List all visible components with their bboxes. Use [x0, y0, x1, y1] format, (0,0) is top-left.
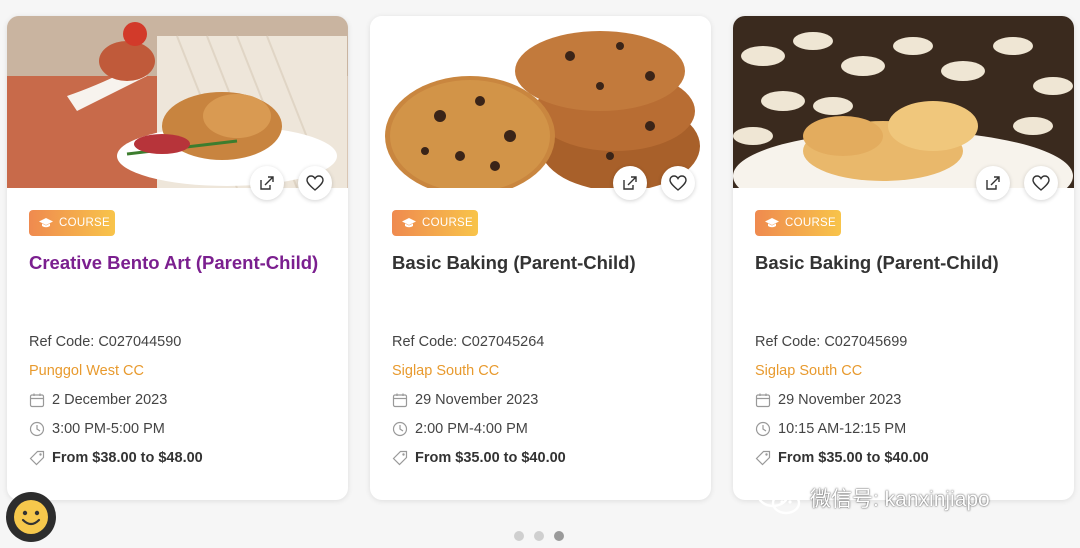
- chat-assistant-button[interactable]: [6, 492, 56, 542]
- venue-name: Punggol West CC: [29, 363, 144, 379]
- date-text: 29 November 2023: [415, 392, 539, 408]
- graduation-cap-icon: [39, 218, 53, 228]
- favourite-button[interactable]: [1024, 166, 1058, 200]
- ref-code: Ref Code: C027044590: [29, 334, 182, 350]
- share-button[interactable]: [250, 166, 284, 200]
- watermark-text: 微信号: kanxinjiapo: [810, 488, 990, 511]
- date-text: 2 December 2023: [52, 392, 168, 408]
- course-date: 2 December 2023: [29, 392, 167, 408]
- course-badge: COURSE: [29, 210, 115, 236]
- course-time: 3:00 PM-5:00 PM: [29, 421, 165, 437]
- calendar-icon: [392, 393, 408, 408]
- clock-icon: [29, 421, 45, 437]
- share-button[interactable]: [976, 166, 1010, 200]
- graduation-cap-icon: [402, 218, 416, 228]
- course-image[interactable]: [370, 16, 711, 188]
- favourite-button[interactable]: [298, 166, 332, 200]
- pagination-dot[interactable]: [514, 531, 524, 541]
- share-button[interactable]: [613, 166, 647, 200]
- clock-icon: [392, 421, 408, 437]
- time-text: 10:15 AM-12:15 PM: [778, 421, 907, 437]
- course-image[interactable]: [733, 16, 1074, 188]
- course-card[interactable]: COURSE Basic Baking (Parent-Child) Ref C…: [370, 16, 711, 500]
- course-date: 29 November 2023: [392, 392, 538, 408]
- heart-icon: [669, 175, 687, 191]
- course-time: 10:15 AM-12:15 PM: [755, 421, 906, 437]
- course-card-carousel: COURSE Creative Bento Art (Parent-Child)…: [0, 0, 1080, 548]
- carousel-pagination: [514, 531, 564, 541]
- date-text: 29 November 2023: [778, 392, 902, 408]
- course-price: From $38.00 to $48.00: [29, 450, 203, 466]
- venue-name: Siglap South CC: [755, 363, 863, 379]
- share-icon: [986, 176, 1000, 190]
- favourite-button[interactable]: [661, 166, 695, 200]
- course-card[interactable]: COURSE Creative Bento Art (Parent-Child)…: [7, 16, 348, 500]
- ref-code: Ref Code: C027045699: [755, 334, 908, 350]
- calendar-icon: [755, 393, 771, 408]
- course-badge: COURSE: [392, 210, 478, 236]
- ref-code: Ref Code: C027045264: [392, 334, 545, 350]
- pagination-dot[interactable]: [534, 531, 544, 541]
- heart-icon: [1032, 175, 1050, 191]
- course-title[interactable]: Creative Bento Art (Parent-Child): [29, 250, 319, 275]
- share-icon: [260, 176, 274, 190]
- time-text: 3:00 PM-5:00 PM: [52, 421, 165, 437]
- calendar-icon: [29, 393, 45, 408]
- course-time: 2:00 PM-4:00 PM: [392, 421, 528, 437]
- badge-label: COURSE: [785, 217, 837, 229]
- heart-icon: [306, 175, 324, 191]
- price-tag-icon: [29, 450, 45, 466]
- price-text: From $38.00 to $48.00: [52, 450, 203, 466]
- time-text: 2:00 PM-4:00 PM: [415, 421, 528, 437]
- clock-icon: [755, 421, 771, 437]
- wechat-logo-icon: [756, 480, 801, 515]
- course-title[interactable]: Basic Baking (Parent-Child): [392, 250, 682, 275]
- course-card[interactable]: COURSE Basic Baking (Parent-Child) Ref C…: [733, 16, 1074, 500]
- course-date: 29 November 2023: [755, 392, 901, 408]
- share-icon: [623, 176, 637, 190]
- course-image[interactable]: [7, 16, 348, 188]
- badge-label: COURSE: [59, 217, 111, 229]
- price-tag-icon: [755, 450, 771, 466]
- price-text: From $35.00 to $40.00: [778, 450, 929, 466]
- price-tag-icon: [392, 450, 408, 466]
- course-title[interactable]: Basic Baking (Parent-Child): [755, 250, 1045, 275]
- venue-name: Siglap South CC: [392, 363, 500, 379]
- smiley-face-icon: [14, 500, 48, 534]
- course-price: From $35.00 to $40.00: [755, 450, 929, 466]
- graduation-cap-icon: [765, 218, 779, 228]
- badge-label: COURSE: [422, 217, 474, 229]
- price-text: From $35.00 to $40.00: [415, 450, 566, 466]
- course-price: From $35.00 to $40.00: [392, 450, 566, 466]
- wechat-watermark: 微信号: kanxinjiapo: [756, 480, 990, 516]
- course-badge: COURSE: [755, 210, 841, 236]
- pagination-dot-active[interactable]: [554, 531, 564, 541]
